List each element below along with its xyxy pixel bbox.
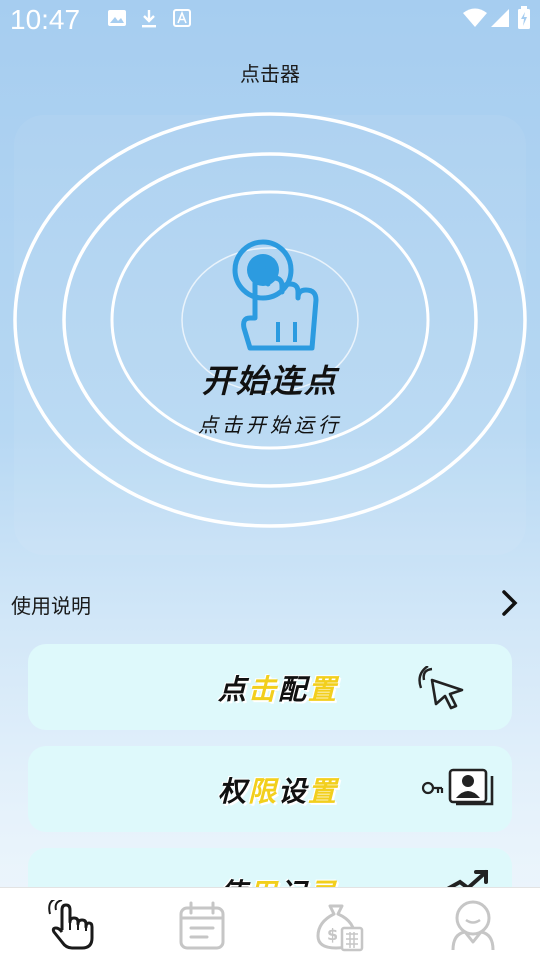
card-label: 点击配置	[217, 673, 339, 706]
page-title: 点击器	[240, 62, 300, 86]
cursor-click-icon	[418, 666, 464, 710]
instructions-label: 使用说明	[11, 594, 91, 618]
nav-tab-calendar[interactable]	[135, 888, 270, 961]
image-icon	[108, 10, 126, 26]
money-bag-icon: $	[316, 904, 364, 952]
bottom-nav: $	[0, 887, 540, 961]
hand-tap-icon	[232, 239, 319, 351]
start-subtitle: 点击开始运行	[198, 413, 342, 437]
signal-icon	[491, 9, 509, 27]
svg-text:$: $	[327, 925, 338, 944]
permission-settings-card[interactable]: 权限设置	[28, 746, 512, 832]
nav-tab-earnings[interactable]: $	[270, 888, 405, 961]
click-config-card[interactable]: 点击配置	[28, 644, 512, 730]
key-contact-icon	[421, 768, 494, 806]
card-label: 权限设置	[217, 775, 339, 808]
instructions-row[interactable]: 使用说明	[0, 580, 540, 624]
user-icon	[451, 900, 495, 951]
hand-tap-icon	[48, 900, 94, 950]
chevron-right-icon	[502, 590, 518, 616]
text-icon	[173, 9, 191, 27]
status-bar: 10:47	[0, 0, 540, 44]
nav-tab-profile[interactable]	[405, 888, 540, 961]
wifi-icon	[463, 8, 487, 27]
status-time: 10:47	[10, 4, 81, 35]
nav-tab-clicker[interactable]	[0, 888, 135, 961]
download-icon	[142, 10, 156, 28]
battery-icon	[518, 6, 530, 29]
calendar-icon	[179, 901, 225, 950]
start-title[interactable]: 开始连点	[0, 356, 540, 402]
